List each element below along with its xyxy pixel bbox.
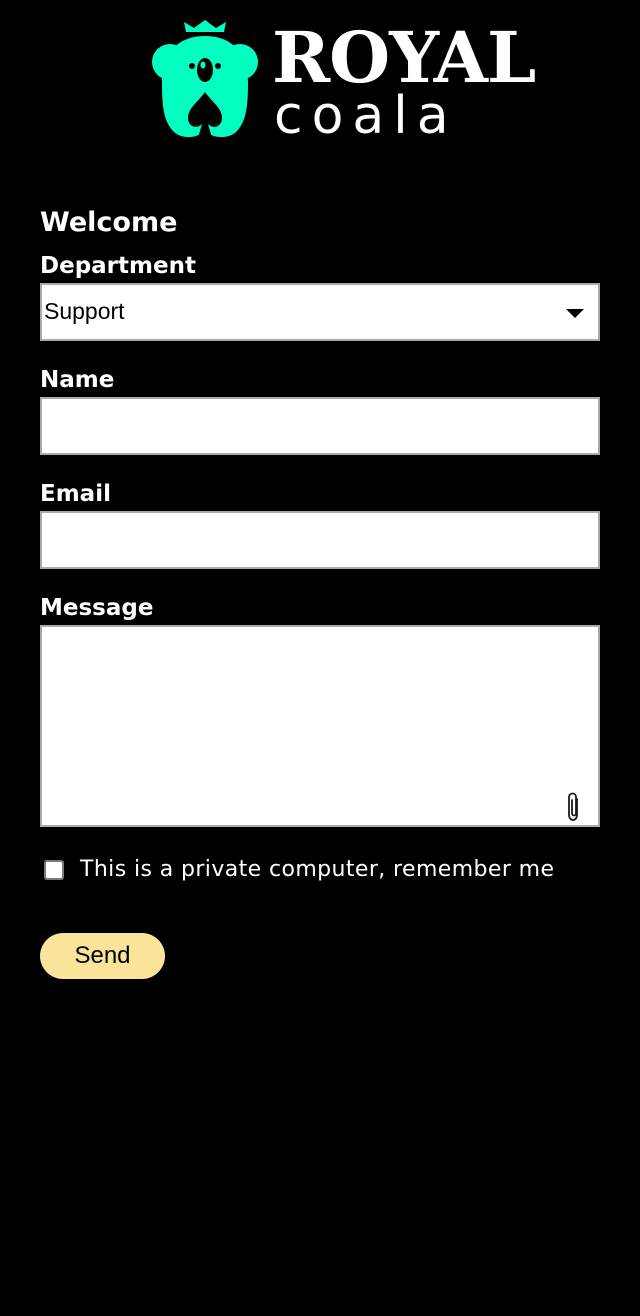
contact-form: Welcome Department Support Name Email Me… bbox=[40, 205, 600, 979]
koala-crown-icon bbox=[152, 20, 258, 138]
remember-me-checkbox[interactable] bbox=[44, 860, 64, 880]
remember-me-row: This is a private computer, remember me bbox=[40, 857, 600, 887]
department-select[interactable]: Support bbox=[40, 283, 600, 341]
message-textarea[interactable] bbox=[40, 625, 600, 827]
department-selected-value: Support bbox=[44, 298, 125, 324]
send-button[interactable]: Send bbox=[40, 933, 165, 979]
name-label: Name bbox=[40, 367, 115, 393]
remember-me-label[interactable]: This is a private computer, remember me bbox=[80, 855, 554, 885]
form-title: Welcome bbox=[40, 207, 178, 238]
department-label: Department bbox=[40, 253, 196, 279]
message-field-wrap bbox=[40, 625, 600, 827]
paperclip-icon[interactable] bbox=[564, 791, 584, 823]
email-input[interactable] bbox=[40, 511, 600, 569]
brand-name-bottom: coala bbox=[274, 86, 458, 146]
email-label: Email bbox=[40, 481, 111, 507]
chevron-down-icon bbox=[566, 309, 584, 318]
brand-logo: ROYAL coala bbox=[152, 18, 536, 146]
message-label: Message bbox=[40, 595, 154, 621]
name-input[interactable] bbox=[40, 397, 600, 455]
